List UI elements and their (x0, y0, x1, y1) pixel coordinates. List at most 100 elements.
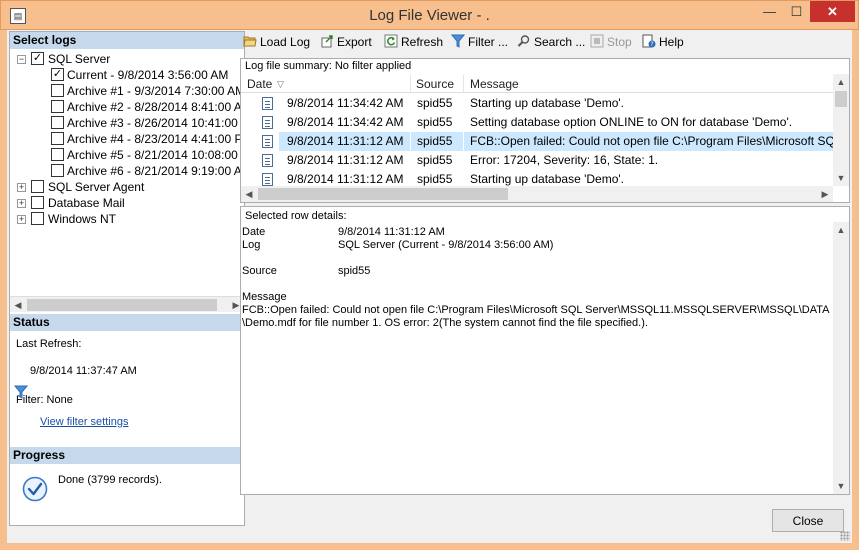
checkbox-sql-server-agent[interactable] (31, 180, 44, 193)
column-header-date[interactable]: Date (247, 77, 272, 91)
details-header: Selected row details: (245, 210, 347, 222)
scroll-right-icon[interactable]: ▶ (817, 186, 833, 202)
window-title: Log File Viewer - . (369, 7, 490, 24)
table-row[interactable]: 9/8/2014 11:31:12 AM spid55 Starting up … (241, 170, 833, 186)
table-row[interactable]: 9/8/2014 11:34:42 AM spid55 Setting data… (241, 113, 833, 132)
search-button[interactable]: Search ... (517, 33, 585, 51)
help-icon: ? (642, 34, 656, 48)
view-filter-settings-link[interactable]: View filter settings (40, 416, 128, 428)
date-cell: 9/8/2014 11:31:12 AM (287, 172, 404, 186)
close-window-button[interactable]: ✕ (810, 1, 855, 22)
tree-item-archive-1[interactable]: Archive #1 - 9/3/2014 7:30:00 AM (10, 83, 244, 99)
export-label: Export (337, 35, 372, 49)
column-header-source[interactable]: Source (416, 77, 454, 91)
tree-item-label: Archive #5 - 8/21/2014 10:08:00 PM (67, 148, 244, 162)
tree-item-archive-6[interactable]: Archive #6 - 8/21/2014 9:19:00 AM (10, 163, 244, 179)
grid-vertical-scrollbar[interactable]: ▲ ▼ (833, 74, 849, 186)
tree-item-label: Current - 9/8/2014 3:56:00 AM (67, 68, 229, 82)
table-row[interactable]: 9/8/2014 11:34:42 AM spid55 Starting up … (241, 94, 833, 113)
checkbox-current[interactable]: ✓ (51, 68, 64, 81)
tree-horizontal-scrollbar[interactable]: ◀ ▶ (10, 296, 244, 312)
checkbox-windows-nt[interactable] (31, 212, 44, 225)
checkbox-archive-4[interactable] (51, 132, 64, 145)
details-vertical-scrollbar[interactable]: ▲ ▼ (833, 222, 849, 494)
funnel-icon (451, 34, 465, 48)
scroll-left-icon[interactable]: ◀ (10, 297, 26, 313)
collapse-icon[interactable]: − (17, 55, 26, 64)
message-cell: Starting up database 'Demo'. (470, 96, 625, 110)
export-button[interactable]: Export (320, 33, 372, 51)
expand-icon[interactable]: + (17, 199, 26, 208)
scroll-up-icon[interactable]: ▲ (833, 74, 849, 90)
tree-item-sql-server[interactable]: − ✓ SQL Server (10, 51, 244, 67)
open-folder-icon (243, 36, 257, 47)
stop-button[interactable]: Stop (590, 33, 632, 51)
refresh-icon (384, 34, 398, 48)
checkbox-archive-1[interactable] (51, 84, 64, 97)
row-details-panel: Selected row details: Date 9/8/2014 11:3… (240, 206, 850, 495)
scroll-up-icon[interactable]: ▲ (833, 222, 849, 238)
status-header: Status (10, 314, 244, 331)
detail-message-line-1: FCB::Open failed: Could not open file C:… (242, 304, 830, 316)
tree-item-sql-server-agent[interactable]: + SQL Server Agent (10, 179, 244, 195)
source-cell: spid55 (417, 172, 453, 186)
source-cell: spid55 (417, 115, 453, 129)
expand-icon[interactable]: + (17, 215, 26, 224)
select-logs-header: Select logs (10, 32, 244, 49)
expand-icon[interactable]: + (17, 183, 26, 192)
message-cell: FCB::Open failed: Could not open file C:… (464, 132, 833, 151)
search-label: Search ... (534, 35, 586, 49)
checkbox-archive-5[interactable] (51, 148, 64, 161)
filter-button[interactable]: Filter ... (451, 33, 508, 51)
table-row[interactable]: 9/8/2014 11:31:12 AM spid55 Error: 17204… (241, 151, 833, 170)
tree-item-archive-4[interactable]: Archive #4 - 8/23/2014 4:41:00 PM (10, 131, 244, 147)
tree-item-windows-nt[interactable]: + Windows NT (10, 211, 244, 227)
log-entry-icon (262, 135, 273, 148)
help-button[interactable]: ? Help (642, 33, 684, 51)
column-divider[interactable] (410, 75, 411, 93)
scroll-left-icon[interactable]: ◀ (241, 186, 257, 202)
detail-source-label: Source (242, 265, 277, 277)
stop-icon (590, 34, 604, 48)
checkbox-archive-3[interactable] (51, 116, 64, 129)
load-log-label: Load Log (260, 35, 311, 49)
close-button[interactable]: Close (772, 509, 844, 532)
tree-item-archive-5[interactable]: Archive #5 - 8/21/2014 10:08:00 PM (10, 147, 244, 163)
maximize-button[interactable]: ☐ (783, 1, 810, 22)
last-refresh-value: 9/8/2014 11:37:47 AM (30, 365, 137, 377)
checkbox-sql-server[interactable]: ✓ (31, 52, 44, 65)
log-tree: − ✓ SQL Server ✓ Current - 9/8/2014 3:56… (10, 50, 244, 295)
scroll-thumb[interactable] (835, 91, 847, 107)
checkbox-archive-6[interactable] (51, 164, 64, 177)
scroll-down-icon[interactable]: ▼ (833, 478, 849, 494)
checkbox-archive-2[interactable] (51, 100, 64, 113)
detail-log-value: SQL Server (Current - 9/8/2014 3:56:00 A… (338, 239, 554, 251)
tree-item-label: SQL Server Agent (48, 180, 145, 194)
log-summary: Log file summary: No filter applied (245, 60, 412, 72)
load-log-button[interactable]: Load Log (243, 33, 310, 51)
tree-item-archive-3[interactable]: Archive #3 - 8/26/2014 10:41:00 AM (10, 115, 244, 131)
scroll-down-icon[interactable]: ▼ (833, 170, 849, 186)
title-bar[interactable]: ▤ Log File Viewer - . — ☐ ✕ (0, 0, 859, 30)
tree-item-label: Archive #2 - 8/28/2014 8:41:00 AM (67, 100, 244, 114)
minimize-button[interactable]: — (756, 1, 783, 22)
scroll-thumb[interactable] (258, 188, 508, 200)
tree-item-current[interactable]: ✓ Current - 9/8/2014 3:56:00 AM (10, 67, 244, 83)
table-row-selected[interactable]: 9/8/2014 11:31:12 AM spid55 FCB::Open fa… (241, 132, 833, 151)
tree-item-label: Archive #4 - 8/23/2014 4:41:00 PM (67, 132, 244, 146)
column-divider[interactable] (463, 75, 464, 93)
tree-item-database-mail[interactable]: + Database Mail (10, 195, 244, 211)
progress-header: Progress (10, 447, 244, 464)
log-grid: Log file summary: No filter applied Date… (240, 58, 850, 203)
tree-item-label: Database Mail (48, 196, 125, 210)
grid-horizontal-scrollbar[interactable]: ◀ ▶ (241, 186, 833, 202)
last-refresh-label: Last Refresh: (16, 338, 82, 350)
column-header-message[interactable]: Message (470, 77, 519, 91)
window-frame: Select logs − ✓ SQL Server ✓ Current - 9… (0, 30, 859, 550)
tree-item-label: SQL Server (48, 52, 111, 66)
tree-item-archive-2[interactable]: Archive #2 - 8/28/2014 8:41:00 AM (10, 99, 244, 115)
resize-grip[interactable] (840, 531, 850, 541)
scroll-thumb[interactable] (27, 299, 217, 311)
checkbox-database-mail[interactable] (31, 196, 44, 209)
refresh-button[interactable]: Refresh (384, 33, 443, 51)
